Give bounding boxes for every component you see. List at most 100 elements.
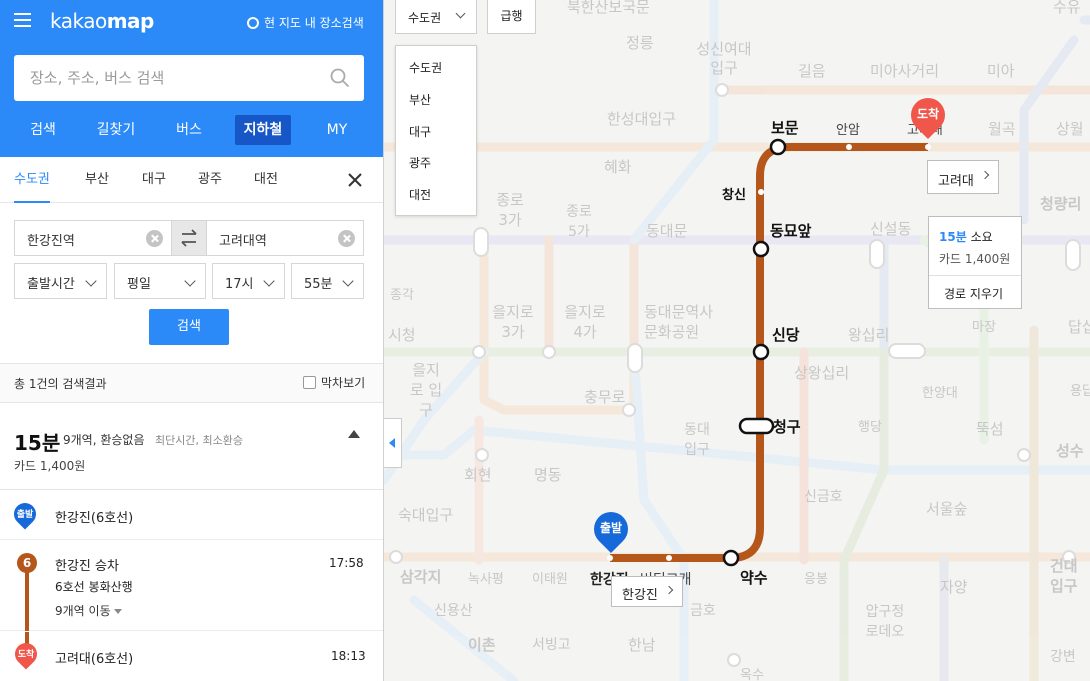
minute-value: 55분 (304, 277, 333, 292)
tab-my[interactable]: MY (318, 115, 356, 145)
route-info-duration: 15분 소요 (939, 228, 993, 245)
tab-subway[interactable]: 지하철 (235, 115, 291, 145)
subway-map[interactable]: 북한산보국문 수유 정릉 성신여대 입구 길음 미아사거리 미아 한성대입구 월… (384, 0, 1090, 681)
start-station-tag[interactable]: 한강진 (611, 576, 683, 607)
minute-select[interactable]: 55분 (291, 263, 364, 299)
map-label: 상왕십리 (794, 364, 850, 382)
menu-icon[interactable] (14, 13, 31, 28)
end-pin[interactable]: 도착 (903, 90, 953, 144)
sidebar-collapse-handle[interactable] (384, 418, 402, 468)
swap-button[interactable] (171, 220, 207, 256)
line6-bar (25, 563, 29, 631)
region-tabs: 수도권 부산 대구 광주 대전 (0, 157, 383, 203)
search-button[interactable]: 검색 (149, 309, 229, 345)
map-label: 자양 (940, 578, 968, 596)
route-minutes: 15분 (14, 431, 61, 455)
station-label-sindang[interactable]: 신당 (772, 324, 800, 345)
map-label: 정릉 (626, 34, 654, 52)
start-pin[interactable]: 출발 (586, 504, 636, 558)
tab-search[interactable]: 검색 (22, 115, 64, 145)
origin-field[interactable]: 한강진역 (14, 220, 172, 256)
express-button[interactable]: 급행 (487, 0, 536, 34)
station-label-yaksu[interactable]: 약수 (740, 567, 768, 588)
time-mode-select[interactable]: 출발시간 (14, 263, 107, 299)
region-tab-seoul[interactable]: 수도권 (14, 157, 50, 203)
map-label: 길음 (798, 62, 826, 80)
region-option-daegu[interactable]: 대구 (409, 123, 431, 140)
end-pin-small: 도착 (10, 638, 42, 670)
map-label: 녹사평 (468, 572, 504, 587)
main-tabs: 검색 길찾기 버스 지하철 MY (0, 115, 383, 145)
region-option-seoul[interactable]: 수도권 (409, 59, 442, 76)
region-option-daejeon[interactable]: 대전 (409, 186, 431, 203)
step-start[interactable]: 출발 한강진(6호선) (0, 490, 383, 540)
result-bar: 총 1건의 검색결과 막차보기 (0, 363, 383, 403)
region-dropdown-menu: 수도권 부산 대구 광주 대전 (395, 45, 477, 216)
map-label: 응봉 (804, 572, 828, 587)
map-label: 신금호 (804, 489, 843, 505)
clear-route-button[interactable]: 경로 지우기 (944, 285, 1003, 302)
search-icon[interactable] (330, 68, 350, 88)
map-label: 마장 (972, 320, 996, 335)
map-label: 금호 (690, 603, 716, 619)
station-label-bomun[interactable]: 보문 (771, 117, 799, 138)
station-label-anam[interactable]: 안암 (836, 119, 860, 138)
map-label: 미아사거리 (870, 62, 940, 80)
map-label: 옥수 (740, 668, 764, 681)
origin-value: 한강진역 (27, 234, 75, 249)
clear-icon[interactable] (146, 230, 163, 247)
station-label-dongmyo[interactable]: 동묘앞 (770, 220, 811, 241)
region-option-gwangju[interactable]: 광주 (409, 154, 431, 171)
tab-directions[interactable]: 길찾기 (88, 115, 144, 145)
map-label: 숙대입구 (398, 506, 454, 524)
hour-value: 17시 (225, 277, 254, 292)
map-label: 동대문역사 문화공원 (644, 303, 714, 341)
region-tab-daejeon[interactable]: 대전 (254, 157, 278, 203)
close-icon[interactable] (347, 172, 363, 188)
map-label: 회현 (464, 466, 492, 484)
hour-select[interactable]: 17시 (212, 263, 285, 299)
map-label: 한남 (628, 636, 656, 654)
region-option-busan[interactable]: 부산 (409, 91, 431, 108)
sidebar-header: kakaomap 현 지도 내 장소검색 검색 길찾기 버스 지하철 MY (0, 0, 383, 157)
direction: 6호선 봉화산행 (55, 580, 133, 594)
step-ride[interactable]: 6 한강진 승차 17:58 6호선 봉화산행 9개역 이동 (0, 541, 383, 631)
station-label-changsin[interactable]: 창신 (722, 184, 746, 203)
tab-bus[interactable]: 버스 (168, 115, 210, 145)
kakaomap-logo[interactable]: kakaomap (50, 9, 154, 33)
last-train-toggle[interactable]: 막차보기 (303, 374, 365, 391)
board-label: 한강진 승차 (55, 559, 119, 574)
map-label: 용답 (1070, 384, 1090, 399)
map-label: 이촌 (468, 636, 496, 654)
collapse-icon[interactable] (348, 430, 360, 438)
clear-icon[interactable] (338, 230, 355, 247)
checkbox[interactable] (303, 376, 316, 389)
region-tab-daegu[interactable]: 대구 (142, 157, 166, 203)
search-in-map-label: 현 지도 내 장소검색 (264, 16, 364, 30)
destination-field[interactable]: 고려대역 (206, 220, 364, 256)
map-label: 답십 (1068, 318, 1090, 336)
map-label: 시청 (388, 326, 416, 344)
day-select[interactable]: 평일 (114, 263, 206, 299)
region-select[interactable]: 수도권 (395, 0, 477, 34)
line6-badge: 6 (17, 553, 37, 573)
map-label: 신용산 (434, 603, 473, 619)
chevron-down-icon (184, 275, 196, 287)
map-label: 압구정 로데오 (865, 604, 905, 640)
moves-toggle[interactable]: 9개역 이동 (55, 602, 123, 619)
chevron-right-icon (664, 585, 674, 595)
route-summary[interactable]: 15분 9개역, 환승없음 최단시간, 최소환승 카드 1,400원 (0, 404, 383, 490)
region-tab-busan[interactable]: 부산 (85, 157, 109, 203)
start-station-tag-label: 한강진 (622, 588, 658, 603)
end-station-tag[interactable]: 고려대 (927, 160, 999, 194)
map-label: 강변 (1050, 649, 1076, 665)
route-info-suffix: 소요 (970, 230, 993, 244)
map-label: 한양대 (922, 386, 958, 401)
search-in-map-toggle[interactable]: 현 지도 내 장소검색 (247, 14, 364, 31)
kakaomap-app: 북한산보국문 수유 정릉 성신여대 입구 길음 미아사거리 미아 한성대입구 월… (0, 0, 1090, 681)
station-label-cheonggu[interactable]: 청구 (773, 416, 801, 437)
step-end[interactable]: 도착 고려대(6호선) 18:13 (0, 632, 383, 681)
chevron-down-icon (263, 275, 275, 287)
region-tab-gwangju[interactable]: 광주 (198, 157, 222, 203)
search-input[interactable] (14, 55, 314, 101)
